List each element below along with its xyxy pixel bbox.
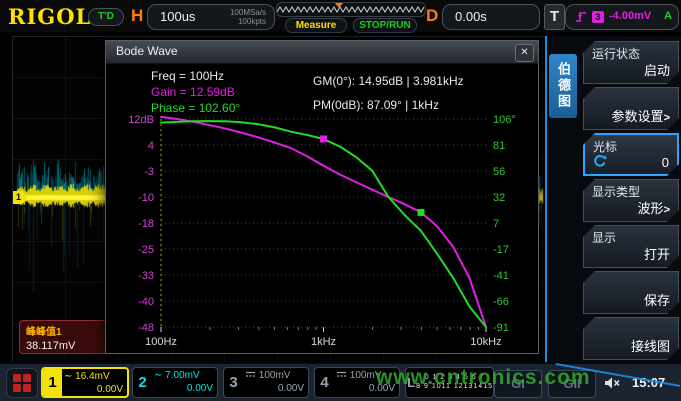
grid-icon [13,374,31,392]
menu-wiring-diagram[interactable]: 接线图 [583,317,679,360]
menu-display-type[interactable]: 显示类型 波形> [583,179,679,222]
timebase-pill[interactable]: 100us 100MSa/s 100kpts [147,4,275,30]
channel-1-offset: 0.00V [64,383,123,396]
timebase-value: 100us [160,9,195,24]
channel-2-offset: 0.00V [154,382,213,395]
svg-text:-48: -48 [138,322,154,334]
svg-text:-66: -66 [493,296,509,308]
channel-3-offset: 0.00V [245,382,304,395]
svg-text:-18: -18 [138,218,154,230]
bode-menu-tab[interactable]: 伯德图 [549,54,577,118]
svg-text:106°: 106° [493,114,516,126]
trigger-slope-icon [574,11,588,23]
trigger-position-icon[interactable] [335,3,343,8]
trigger-level-value: -4.00mV [609,10,651,22]
menu-save[interactable]: 保存 [583,271,679,314]
channel-3-scale: 100mV [259,370,291,381]
watermark: www.cntronics.com [376,366,591,390]
window-title: Bode Wave [116,44,178,58]
menu-display[interactable]: 显示 打开 [583,225,679,268]
app-grid-button[interactable] [6,368,38,398]
svg-text:1kHz: 1kHz [311,336,336,348]
delay-label: D [426,6,438,26]
svg-text:7: 7 [493,218,499,230]
trigger-source-badge: 3 [592,11,604,23]
trigger-pill[interactable]: 3 -4.00mV A [565,4,679,30]
svg-text:-41: -41 [493,270,509,282]
waveform-preview-strip[interactable] [276,2,426,17]
freq-readout: Freq = 100Hz [151,69,224,83]
measurement-value: 38.117mV [26,340,102,352]
rigol-logo: RIGOL [8,4,91,29]
gain-margin-readout: GM(0°): 14.95dB | 3.981kHz [313,74,464,88]
stop-run-button[interactable]: STOP/RUN [353,18,417,33]
speaker-muted-icon[interactable] [604,376,622,390]
dc-coupling-icon [336,370,347,378]
channel-3-number: 3 [224,368,243,397]
svg-text:-3: -3 [144,166,154,178]
measurement-result-box: 峰峰值1 38.117mV [19,320,109,354]
channel-1-number: 1 [43,369,62,396]
dc-coupling-icon [245,370,256,378]
trigger-label-box: T [544,4,565,30]
menu-param-setup[interactable]: 参数设置> [583,87,679,130]
horizontal-label: H [131,6,143,26]
phase-margin-readout: PM(0dB): 87.09° | 1kHz [313,98,439,112]
chevron-right-icon: > [664,112,670,124]
preview-zigzag-wave [277,3,425,16]
channel-1-status[interactable]: 1 ∼ 16.4mV 0.00V [41,367,129,398]
top-status-bar: RIGOL T'D H 100us 100MSa/s 100kpts Measu… [0,0,681,32]
measurement-label: 峰峰值1 [26,323,102,338]
gain-readout: Gain = 12.59dB [151,85,235,99]
delay-value: 0.00s [455,9,487,24]
channel-2-status[interactable]: 2 ∼ 7.00mV 0.00V [132,367,218,398]
bode-wave-window: Bode Wave ✕ Freq = 100Hz Gain = 12.59dB … [105,40,539,354]
svg-text:56: 56 [493,166,505,178]
svg-text:-40: -40 [138,296,154,308]
svg-text:12dB: 12dB [128,114,154,126]
rotate-knob-icon [593,154,607,168]
svg-text:-17: -17 [493,244,509,256]
trigger-status-badge: T'D [88,8,124,26]
menu-sidebar: 伯德图 运行状态 启动 参数设置> 光标 0 显示类型 波形> 显示 打开 保存… [545,36,681,362]
ac-coupling-icon: ∼ [64,371,72,382]
svg-text:81: 81 [493,140,505,152]
delay-pill[interactable]: 0.00s [442,4,540,30]
svg-text:-33: -33 [138,270,154,282]
window-titlebar[interactable]: Bode Wave ✕ [106,41,538,64]
menu-cursor[interactable]: 光标 0 [583,133,679,176]
acquisition-rates: 100MSa/s 100kpts [230,8,266,26]
memory-depth: 100kpts [230,17,266,26]
svg-text:-25: -25 [138,244,154,256]
channel-4-number: 4 [315,368,334,397]
svg-text:100Hz: 100Hz [145,336,177,348]
chevron-right-icon: > [664,204,670,216]
channel-3-status[interactable]: 3 100mV 0.00V [223,367,309,398]
sample-rate: 100MSa/s [230,8,266,17]
menu-run-state[interactable]: 运行状态 启动 [583,41,679,84]
bode-plot: 12dB 106° 4 81 -3 56 -10 32 -18 7 -25 -17 -33 -41 -40 -… [106,111,538,353]
svg-text:-10: -10 [138,192,154,204]
svg-text:10kHz: 10kHz [470,336,501,348]
channel-2-scale: 7.00mV [165,370,199,381]
ac-coupling-icon: ∼ [154,370,162,381]
channel-2-number: 2 [133,368,152,397]
svg-text:-91: -91 [493,322,509,334]
measure-button[interactable]: Measure [285,18,347,33]
channel-1-scale: 16.4mV [75,371,109,382]
trigger-coupling-badge: A [664,10,672,22]
svg-text:32: 32 [493,192,505,204]
svg-text:4: 4 [148,140,154,152]
close-icon[interactable]: ✕ [515,44,534,62]
